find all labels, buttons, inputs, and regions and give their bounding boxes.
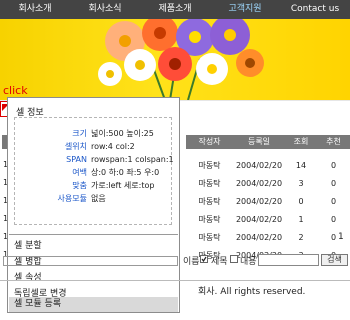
table-cell: 0	[330, 214, 337, 224]
table-cell: 1	[298, 214, 304, 224]
info-value: 가로:left 세로:top	[91, 181, 155, 190]
click-label: click	[3, 84, 28, 97]
menu-item-register-module[interactable]: 셀 모듈 등록	[9, 297, 178, 312]
name-checkbox[interactable]	[200, 255, 208, 263]
info-row: SPAN rowspan:1 colspan:1	[15, 154, 174, 166]
col-date: 등록일	[247, 137, 271, 146]
menu-separator	[9, 234, 178, 235]
table-cell: 마동탁	[198, 160, 221, 170]
table-row[interactable]: 마동탁 2004/02/20 3 0	[186, 174, 350, 192]
table-cell: 마동탁	[198, 232, 221, 242]
flower-illustration	[98, 19, 264, 100]
info-key: 셀위치	[64, 142, 87, 151]
table-cell: 0	[330, 160, 337, 170]
table-row[interactable]: 마동탁 2004/02/20 1 0	[186, 210, 350, 228]
nav-item-products[interactable]: 제품소개	[140, 0, 210, 19]
info-row: 맞춤 가로:left 세로:top	[15, 180, 171, 192]
search-strip-left	[3, 256, 178, 266]
info-key: 맞춤	[72, 181, 87, 190]
table-cell: 0	[330, 232, 337, 242]
info-key: 사용모듈	[57, 194, 87, 203]
table-cell: 마동탁	[198, 214, 221, 224]
info-row: 셀위치 row:4 col:2	[15, 141, 171, 153]
cell-info-box: 크기 넓이:500 높이:25 셀위치 row:4 col:2 SPAN row…	[14, 117, 174, 225]
table-cell: 2	[298, 232, 304, 242]
table-cell: 마동탁	[198, 196, 221, 206]
search-bar: 이름 제목 내용 검색	[0, 254, 350, 268]
info-key: SPAN	[66, 155, 87, 164]
info-value: 넓이:500 높이:25	[91, 129, 154, 138]
table-cell: 2004/02/20	[235, 196, 283, 206]
nav-item-company[interactable]: 회사소개	[0, 0, 70, 19]
table-cell: 0	[330, 178, 337, 188]
copyright-text: 회사. All rights reserved.	[198, 287, 306, 297]
col-author: 작성자	[198, 137, 221, 146]
info-row: 크기 넓이:500 높이:25	[15, 128, 171, 140]
table-cell: 2004/02/20	[235, 160, 283, 170]
search-input[interactable]	[258, 254, 319, 266]
info-key: 크기	[72, 129, 87, 138]
footer-divider	[0, 280, 350, 281]
info-key: 여백	[72, 168, 87, 177]
search-option-label: 이름	[183, 257, 200, 267]
table-row[interactable]: 마동탁 2004/02/20 2 0	[186, 228, 350, 246]
info-row: 여백 상:0 하:0 좌:5 우:0	[15, 167, 171, 179]
col-views: 조회	[293, 137, 309, 146]
nav-item-news[interactable]: 회사소식	[70, 0, 140, 19]
table-cell: 0	[330, 196, 337, 206]
table-row[interactable]: 마동탁 2004/02/20 0 0	[186, 192, 350, 210]
check-icon	[201, 256, 207, 262]
search-button[interactable]: 검색	[321, 254, 348, 266]
table-cell: 14	[295, 160, 307, 170]
info-value: row:4 col:2	[91, 142, 135, 151]
content-checkbox[interactable]	[230, 255, 238, 263]
table-cell: 3	[298, 178, 304, 188]
content-label: 내용	[240, 257, 257, 267]
table-header: 작성자 등록일 조회 추천	[186, 135, 350, 149]
table-cell: 2004/02/20	[235, 214, 283, 224]
nav-item-contact[interactable]: Contact us	[280, 0, 350, 19]
info-row: 사용모듈 없음	[15, 193, 171, 205]
title-label: 제목	[211, 257, 228, 267]
table-cell: 2004/02/20	[235, 232, 283, 242]
banner-image	[0, 19, 350, 100]
col-recommend: 추천	[326, 137, 341, 146]
top-nav: 회사소개 회사소식 제품소개 고객지원 Contact us	[0, 0, 350, 19]
menu-item-cell-properties[interactable]: 셀 속성	[9, 270, 178, 286]
table-cell: 2004/02/20	[235, 178, 283, 188]
table-row[interactable]: 마동탁 2004/02/20 14 0	[186, 156, 350, 174]
page-number[interactable]: 1	[338, 232, 344, 242]
table-cell: 마동탁	[198, 178, 221, 188]
info-value: rowspan:1 colspan:1	[91, 155, 174, 164]
info-value: 없음	[91, 194, 106, 203]
nav-item-support[interactable]: 고객지원	[210, 0, 280, 19]
info-value: 상:0 하:0 좌:5 우:0	[91, 168, 160, 177]
menu-item-split-cell[interactable]: 셀 분할	[9, 238, 178, 254]
table-cell: 0	[298, 196, 304, 206]
